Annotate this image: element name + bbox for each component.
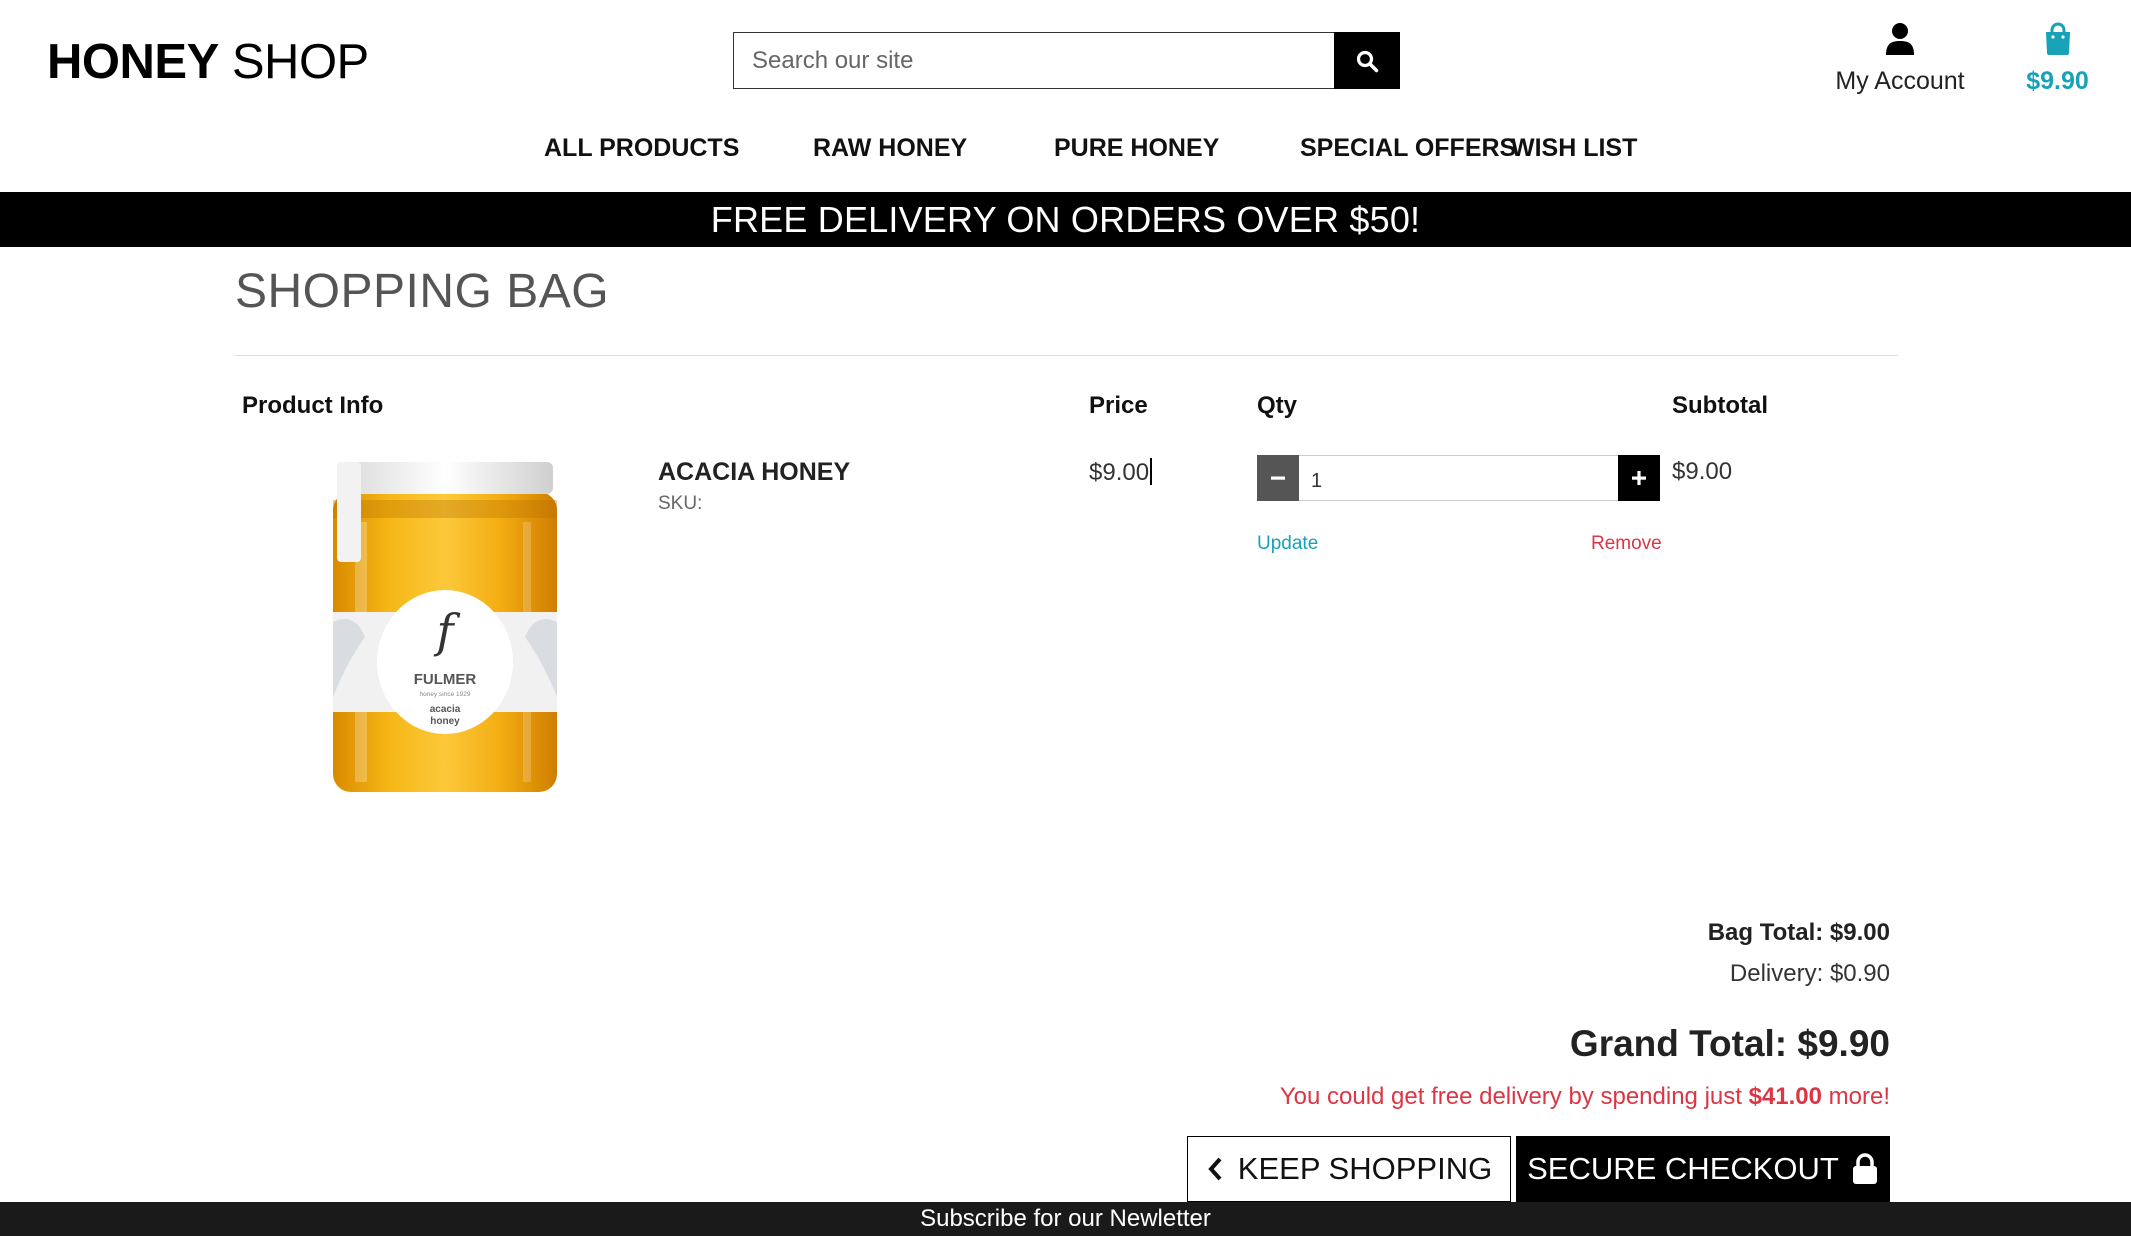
update-link[interactable]: Update [1257,533,1318,555]
page-title: SHOPPING BAG [235,265,610,318]
product-image-tagline: honey since 1929 [420,691,471,698]
header-price: Price [1089,392,1148,419]
increment-qty-button[interactable] [1618,455,1660,501]
shopping-bag-icon [2045,22,2070,55]
header-product-info: Product Info [242,392,384,419]
search-icon [1356,50,1379,72]
product-image: f FULMER honey since 1929 acacia honey [333,462,557,792]
product-price: $9.00 [1089,458,1153,487]
plus-icon [1632,471,1646,485]
product-sku: SKU: [658,493,703,514]
lock-icon [1852,1153,1877,1184]
quantity-stepper [1257,455,1660,501]
nav-raw-honey[interactable]: RAW HONEY [813,134,967,163]
search-button[interactable] [1334,32,1400,89]
keep-shopping-label: KEEP SHOPPING [1237,1151,1493,1186]
secure-checkout-label: SECURE CHECKOUT [1527,1151,1839,1186]
product-name[interactable]: ACACIA HONEY [658,458,850,487]
remove-link[interactable]: Remove [1591,533,1662,555]
minus-icon [1271,476,1285,480]
shopping-bag-link[interactable]: $9.90 [2010,22,2105,96]
quantity-input[interactable] [1299,455,1618,501]
nav-all-products[interactable]: ALL PRODUCTS [544,134,739,163]
secure-checkout-button[interactable]: SECURE CHECKOUT [1516,1136,1890,1202]
newsletter-footer[interactable]: Subscribe for our Newletter [0,1202,2131,1236]
user-icon [1886,23,1914,55]
delivery-cost: Delivery: $0.90 [1729,960,1890,987]
header-subtotal: Subtotal [1672,392,1768,419]
nav-pure-honey[interactable]: PURE HONEY [1054,134,1219,163]
title-divider [235,355,1898,356]
free-delivery-banner: FREE DELIVERY ON ORDERS OVER $50! [0,192,2131,247]
row-subtotal: $9.00 [1672,458,1733,485]
my-account-label: My Account [1835,67,1965,95]
text-cursor [1150,458,1153,485]
bag-total-amount: $9.90 [2026,67,2089,95]
grand-total: Grand Total: $9.90 [1569,1023,1890,1064]
nav-special-offers[interactable]: SPECIAL OFFERS [1300,134,1516,163]
decrement-qty-button[interactable] [1257,455,1299,501]
free-delivery-prefix: You could get free delivery by spending … [1279,1083,1749,1110]
logo-regular-text: SHOP [218,35,369,89]
search-input[interactable] [733,32,1334,89]
newsletter-text: Subscribe for our Newletter [920,1205,1211,1232]
search-form [733,32,1400,89]
nav-wish-list[interactable]: WISH LIST [1511,134,1637,163]
free-delivery-message: You could get free delivery by spending … [1280,1083,1890,1111]
keep-shopping-button[interactable]: KEEP SHOPPING [1187,1136,1511,1202]
banner-text: FREE DELIVERY ON ORDERS OVER $50! [710,198,1421,240]
free-delivery-suffix: more! [1821,1083,1890,1110]
chevron-left-icon [1208,1157,1222,1181]
bag-total: Bag Total: $9.00 [1707,919,1890,946]
my-account-link[interactable]: My Account [1825,22,1975,96]
product-price-value: $9.00 [1089,459,1150,486]
site-logo[interactable]: HONEY SHOP [47,32,369,92]
free-delivery-amount: $41.00 [1748,1083,1822,1110]
product-image-brand: FULMER [414,671,477,688]
product-image-variety-2: honey [430,716,460,727]
product-image-variety-1: acacia [430,704,461,715]
header-qty: Qty [1257,392,1298,419]
logo-bold-text: HONEY [47,35,219,89]
